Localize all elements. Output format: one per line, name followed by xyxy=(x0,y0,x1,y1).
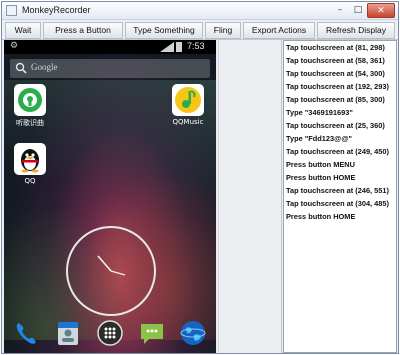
window-title: MonkeyRecorder xyxy=(22,5,91,15)
close-button[interactable]: ✕ xyxy=(367,3,395,18)
dock xyxy=(4,316,216,353)
search-icon xyxy=(15,62,27,74)
google-search-bar[interactable]: Google xyxy=(10,59,210,78)
log-line: Tap touchscreen at (81, 298) xyxy=(286,43,385,52)
clock-hands-icon xyxy=(97,255,126,276)
fling-button[interactable]: Fling xyxy=(205,22,241,39)
log-line: Press button HOME xyxy=(286,212,356,221)
monkeyrecorder-window: MonkeyRecorder – □ ✕ Wait Press a Button… xyxy=(1,1,399,354)
log-line: Tap touchscreen at (192, 293) xyxy=(286,82,389,91)
qqmusic-icon[interactable] xyxy=(172,84,204,116)
app-label: QQ xyxy=(24,177,36,185)
minimize-button[interactable]: – xyxy=(331,3,349,18)
type-something-button[interactable]: Type Something xyxy=(125,22,203,39)
signal-icon xyxy=(160,42,174,52)
browser-icon[interactable] xyxy=(178,318,208,348)
log-line: Tap touchscreen at (85, 300) xyxy=(286,95,385,104)
app-drawer-icon[interactable] xyxy=(95,318,125,348)
action-log-list[interactable]: Tap touchscreen at (81, 298) Tap touchsc… xyxy=(283,40,397,353)
app-icon xyxy=(6,5,17,16)
battery-icon xyxy=(176,42,182,52)
device-screen[interactable]: ⚙ 7:53 Google 听歌识曲 QQMusic QQ xyxy=(4,40,216,353)
app-label: QQMusic xyxy=(172,118,204,126)
log-line: Tap touchscreen at (58, 361) xyxy=(286,56,385,65)
google-search-placeholder: Google xyxy=(31,62,58,72)
log-line: Tap touchscreen at (249, 450) xyxy=(286,147,389,156)
contacts-icon[interactable] xyxy=(53,318,83,348)
qq-penguin-icon[interactable] xyxy=(14,143,46,175)
app-label: 听歌识曲 xyxy=(16,119,44,127)
title-bar[interactable]: MonkeyRecorder – □ ✕ xyxy=(2,2,398,20)
status-bar: ⚙ 7:53 xyxy=(4,40,216,54)
messaging-icon[interactable] xyxy=(137,318,167,348)
side-panel xyxy=(218,40,282,353)
log-line: Tap touchscreen at (25, 360) xyxy=(286,121,385,130)
status-time: 7:53 xyxy=(187,41,205,51)
maximize-button[interactable]: □ xyxy=(349,3,367,18)
log-line: Tap touchscreen at (246, 551) xyxy=(286,186,389,195)
log-line: Type "Fdd123@@" xyxy=(286,134,353,143)
log-line: Press button HOME xyxy=(286,173,356,182)
wait-button[interactable]: Wait xyxy=(5,22,41,39)
song-recognition-icon[interactable] xyxy=(14,84,46,116)
log-line: Tap touchscreen at (54, 300) xyxy=(286,69,385,78)
log-line: Press button MENU xyxy=(286,160,355,169)
log-line: Tap touchscreen at (304, 485) xyxy=(286,199,389,208)
log-line: Type "3469191693" xyxy=(286,108,353,117)
toolbar: Wait Press a Button Type Something Fling… xyxy=(2,21,398,40)
press-a-button-button[interactable]: Press a Button xyxy=(43,22,123,39)
analog-clock-widget[interactable] xyxy=(66,226,156,316)
export-actions-button[interactable]: Export Actions xyxy=(243,22,315,39)
usb-debug-icon: ⚙ xyxy=(10,41,19,51)
refresh-display-button[interactable]: Refresh Display xyxy=(317,22,395,39)
phone-icon[interactable] xyxy=(12,318,42,348)
